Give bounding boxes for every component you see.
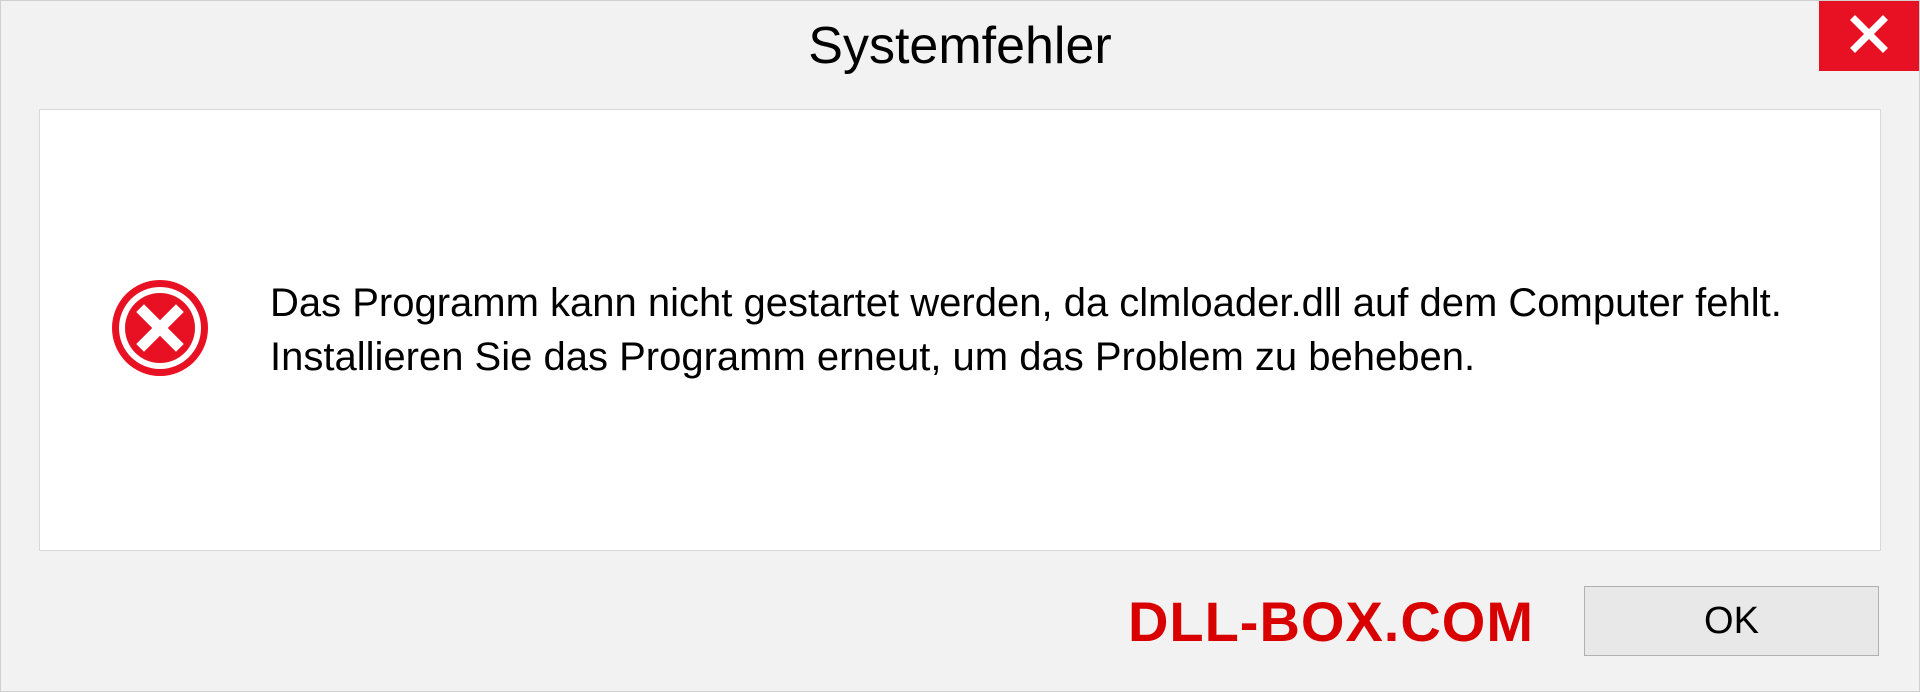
ok-button[interactable]: OK xyxy=(1584,586,1879,656)
content-panel: Das Programm kann nicht gestartet werden… xyxy=(39,109,1881,551)
dialog-title: Systemfehler xyxy=(808,16,1111,76)
error-icon xyxy=(110,278,210,383)
error-dialog: Systemfehler Das Programm kann nicht ges… xyxy=(0,0,1920,692)
titlebar: Systemfehler xyxy=(1,1,1919,91)
watermark-text: DLL-BOX.COM xyxy=(1128,589,1534,654)
dialog-footer: DLL-BOX.COM OK xyxy=(1,551,1919,691)
close-button[interactable] xyxy=(1819,1,1919,71)
close-icon xyxy=(1849,14,1889,59)
error-message: Das Programm kann nicht gestartet werden… xyxy=(270,276,1830,384)
